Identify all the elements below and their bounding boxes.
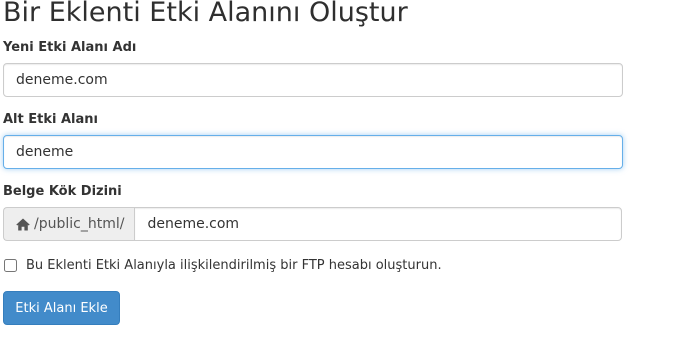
new-domain-label: Yeni Etki Alanı Adı — [3, 40, 137, 55]
ftp-checkbox-row[interactable]: Bu Eklenti Etki Alanıyla ilişkilendirilm… — [4, 258, 442, 273]
document-root-prefix-text: /public_html/ — [34, 216, 125, 232]
subdomain-input[interactable] — [3, 135, 623, 169]
document-root-group: /public_html/ — [3, 207, 622, 241]
home-icon — [16, 218, 30, 230]
ftp-checkbox[interactable] — [4, 259, 17, 272]
document-root-prefix: /public_html/ — [3, 207, 135, 241]
subdomain-label: Alt Etki Alanı — [3, 112, 98, 127]
add-domain-button[interactable]: Etki Alanı Ekle — [3, 291, 120, 325]
document-root-label: Belge Kök Dizini — [3, 184, 122, 199]
document-root-input[interactable] — [134, 207, 622, 241]
page-title: Bir Eklenti Etki Alanını Oluştur — [3, 0, 408, 28]
ftp-checkbox-label[interactable]: Bu Eklenti Etki Alanıyla ilişkilendirilm… — [26, 258, 442, 273]
new-domain-input[interactable] — [3, 63, 623, 97]
